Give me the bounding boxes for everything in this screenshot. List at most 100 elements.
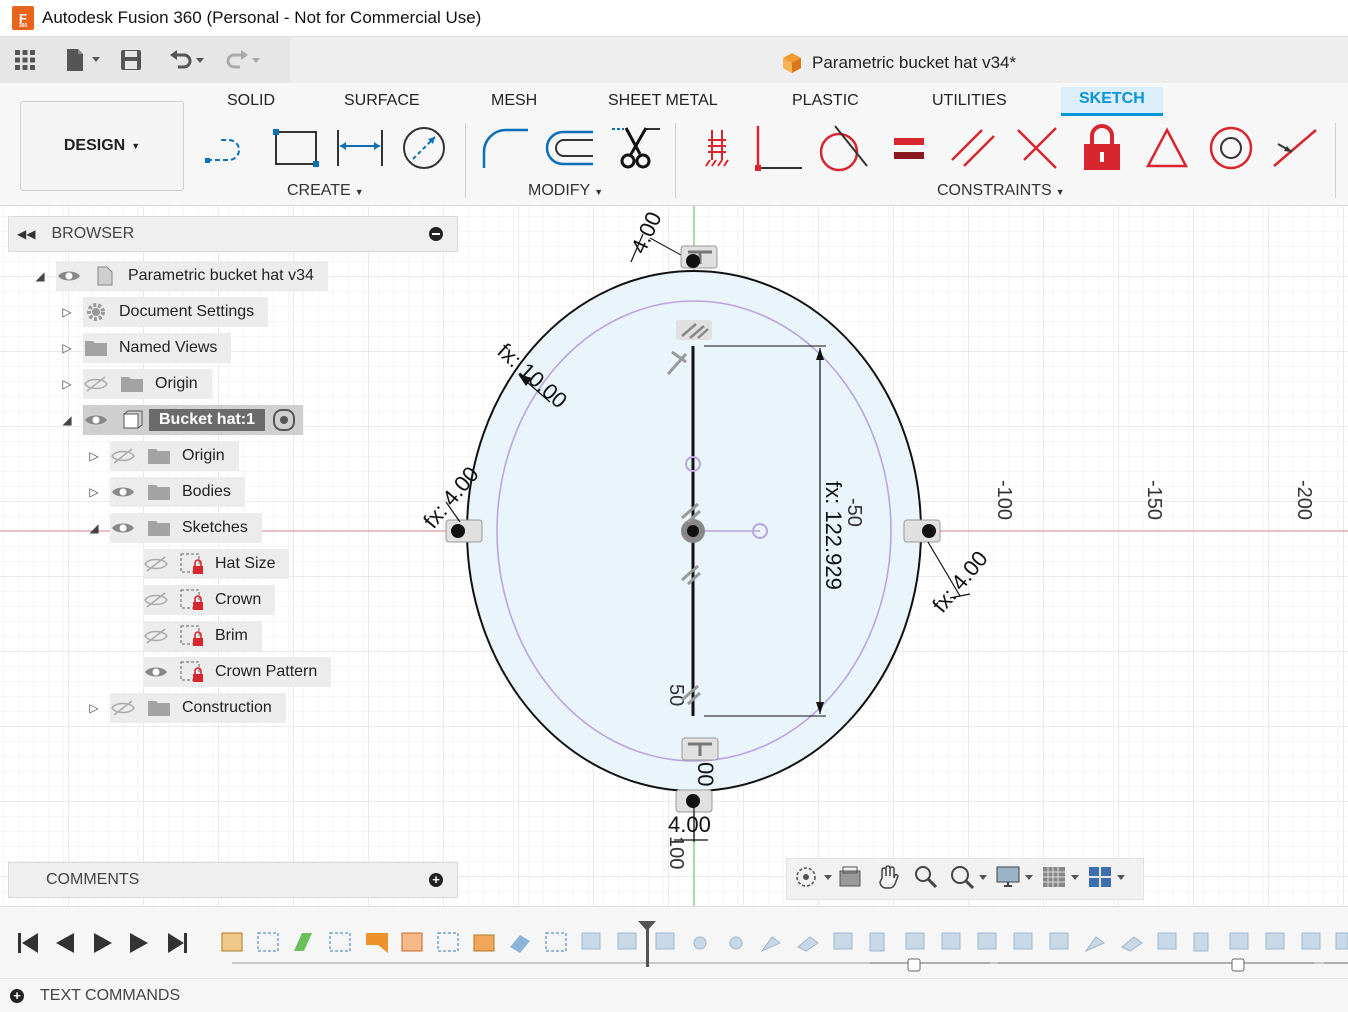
rectangle-tool-icon[interactable]: [268, 123, 322, 173]
tree-item-sketches[interactable]: ◢ Sketches: [84, 513, 262, 543]
orbit-icon[interactable]: [793, 864, 833, 895]
collapsed-triangle-icon[interactable]: ▷: [84, 698, 104, 718]
offset-tool-icon[interactable]: [543, 123, 597, 173]
app-grid-icon[interactable]: [14, 49, 36, 71]
fix-constraint-icon[interactable]: [690, 123, 744, 173]
constraints-menu[interactable]: CONSTRAINTS ▼: [937, 182, 1065, 200]
timeline-features[interactable]: [221, 932, 567, 953]
tab-sketch[interactable]: SKETCH: [1061, 87, 1163, 116]
collapse-panel-icon[interactable]: ◀◀: [17, 227, 35, 241]
look-at-icon[interactable]: [837, 864, 863, 895]
browser-minimize-icon[interactable]: [429, 227, 443, 241]
tab-utilities[interactable]: UTILITIES: [932, 92, 1007, 110]
tree-item-root[interactable]: ◢ Parametric bucket hat v34: [30, 261, 328, 291]
timeline-features-suppressed[interactable]: [581, 932, 1348, 953]
grid-settings-icon[interactable]: [1041, 864, 1081, 895]
visibility-eye-icon[interactable]: [83, 413, 109, 427]
collapsed-triangle-icon[interactable]: ▷: [84, 446, 104, 466]
tree-item-named-views[interactable]: ▷ Named Views: [57, 333, 232, 363]
tangent-constraint-glyph-top[interactable]: [680, 245, 718, 269]
collapsed-triangle-icon[interactable]: ▷: [57, 338, 77, 358]
viewports-icon[interactable]: [1087, 864, 1127, 895]
fit-window-icon[interactable]: [949, 864, 989, 895]
hidden-eye-icon[interactable]: [83, 376, 109, 392]
tab-solid[interactable]: SOLID: [227, 92, 275, 110]
hidden-eye-icon[interactable]: [143, 628, 169, 644]
expanded-triangle-icon[interactable]: ◢: [57, 410, 77, 430]
browser-panel-header[interactable]: ◀◀ BROWSER: [8, 216, 458, 252]
parallel-constraint-glyph[interactable]: [676, 320, 712, 340]
tab-surface[interactable]: SURFACE: [344, 92, 420, 110]
circle-tool-icon[interactable]: [397, 123, 451, 173]
comments-panel-header[interactable]: COMMENTS +: [8, 862, 458, 898]
dim-height-label[interactable]: fx: 122.929: [821, 481, 846, 590]
step-forward-icon[interactable]: [130, 933, 148, 953]
save-icon[interactable]: [120, 49, 142, 71]
undo-icon[interactable]: [168, 49, 212, 71]
lock-constraint-icon[interactable]: [1075, 123, 1129, 173]
go-to-start-icon[interactable]: [18, 933, 38, 953]
tree-item-sketch-crown[interactable]: Crown: [143, 585, 276, 615]
trim-scissors-icon[interactable]: [610, 123, 664, 173]
expanded-triangle-icon[interactable]: ◢: [84, 518, 104, 538]
activate-radio-icon[interactable]: [273, 409, 296, 431]
tree-item-component-origin[interactable]: ▷ Origin: [84, 441, 239, 471]
collapsed-triangle-icon[interactable]: ▷: [57, 302, 77, 322]
parallel-constraint-icon[interactable]: [946, 123, 1000, 173]
pan-hand-icon[interactable]: [875, 864, 901, 895]
tree-item-component[interactable]: ◢ Bucket hat:1: [57, 405, 304, 435]
tree-item-bodies[interactable]: ▷ Bodies: [84, 477, 245, 507]
step-back-icon[interactable]: [56, 933, 74, 953]
modify-menu[interactable]: MODIFY ▼: [528, 182, 603, 200]
go-to-end-icon[interactable]: [168, 933, 187, 953]
tree-item-sketch-hat-size[interactable]: Hat Size: [143, 549, 290, 579]
tangent-constraint-icon[interactable]: [815, 123, 869, 173]
equal-constraint-icon[interactable]: [882, 123, 936, 173]
tree-item-sketch-brim[interactable]: Brim: [143, 621, 262, 651]
dim-bottom-label-b[interactable]: 4.00: [668, 812, 711, 837]
hidden-eye-icon[interactable]: [110, 448, 136, 464]
tree-item-document-settings[interactable]: ▷ Document Settings: [57, 297, 269, 327]
display-settings-icon[interactable]: [995, 864, 1035, 895]
concentric-constraint-icon[interactable]: [1204, 123, 1258, 173]
dimension-tool-icon[interactable]: [333, 123, 387, 173]
hidden-eye-icon[interactable]: [143, 592, 169, 608]
create-menu[interactable]: CREATE ▼: [287, 182, 364, 200]
tree-item-origin[interactable]: ▷ Origin: [57, 369, 212, 399]
file-menu-icon[interactable]: [64, 48, 104, 72]
expanded-triangle-icon[interactable]: ◢: [30, 266, 50, 286]
hidden-eye-icon[interactable]: [110, 700, 136, 716]
text-commands-bar[interactable]: + TEXT COMMANDS: [0, 978, 1348, 1012]
tab-sheet-metal[interactable]: SHEET METAL: [608, 92, 718, 110]
visibility-eye-icon[interactable]: [110, 521, 136, 535]
perpendicular-constraint-icon[interactable]: [1010, 123, 1064, 173]
redo-icon[interactable]: [222, 49, 266, 71]
zoom-icon[interactable]: [913, 864, 939, 895]
coincident-constraint-icon[interactable]: [752, 123, 806, 173]
collapsed-triangle-icon[interactable]: ▷: [84, 482, 104, 502]
document-tab[interactable]: Parametric bucket hat v34*: [780, 51, 1016, 75]
tree-item-construction[interactable]: ▷ Construction: [84, 693, 286, 723]
fillet-tool-icon[interactable]: [478, 123, 532, 173]
collapsed-triangle-icon[interactable]: ▷: [57, 374, 77, 394]
timeline-marker[interactable]: [638, 921, 656, 967]
expand-text-commands-icon[interactable]: +: [10, 988, 24, 1003]
workspace-switcher-button[interactable]: DESIGN ▼: [20, 101, 184, 191]
play-icon[interactable]: [94, 933, 112, 953]
left-constraint-glyph[interactable]: [445, 519, 483, 543]
visibility-eye-icon[interactable]: [56, 269, 82, 283]
timeline-group-brackets[interactable]: [870, 958, 1348, 972]
visibility-eye-icon[interactable]: [143, 665, 169, 679]
tree-item-sketch-crown-pattern[interactable]: Crown Pattern: [143, 657, 332, 687]
dim-bottom-label-a[interactable]: 00: [693, 762, 718, 786]
triangle-constraint-icon[interactable]: [1140, 123, 1194, 173]
ruler-label: -100: [993, 480, 1015, 520]
visibility-eye-icon[interactable]: [110, 485, 136, 499]
line-tool-icon[interactable]: [203, 123, 257, 173]
right-constraint-glyph[interactable]: [903, 519, 941, 543]
add-comment-icon[interactable]: +: [429, 873, 443, 887]
tab-mesh[interactable]: MESH: [491, 92, 537, 110]
midpoint-constraint-icon[interactable]: [1268, 123, 1322, 173]
tab-plastic[interactable]: PLASTIC: [792, 92, 859, 110]
hidden-eye-icon[interactable]: [143, 556, 169, 572]
